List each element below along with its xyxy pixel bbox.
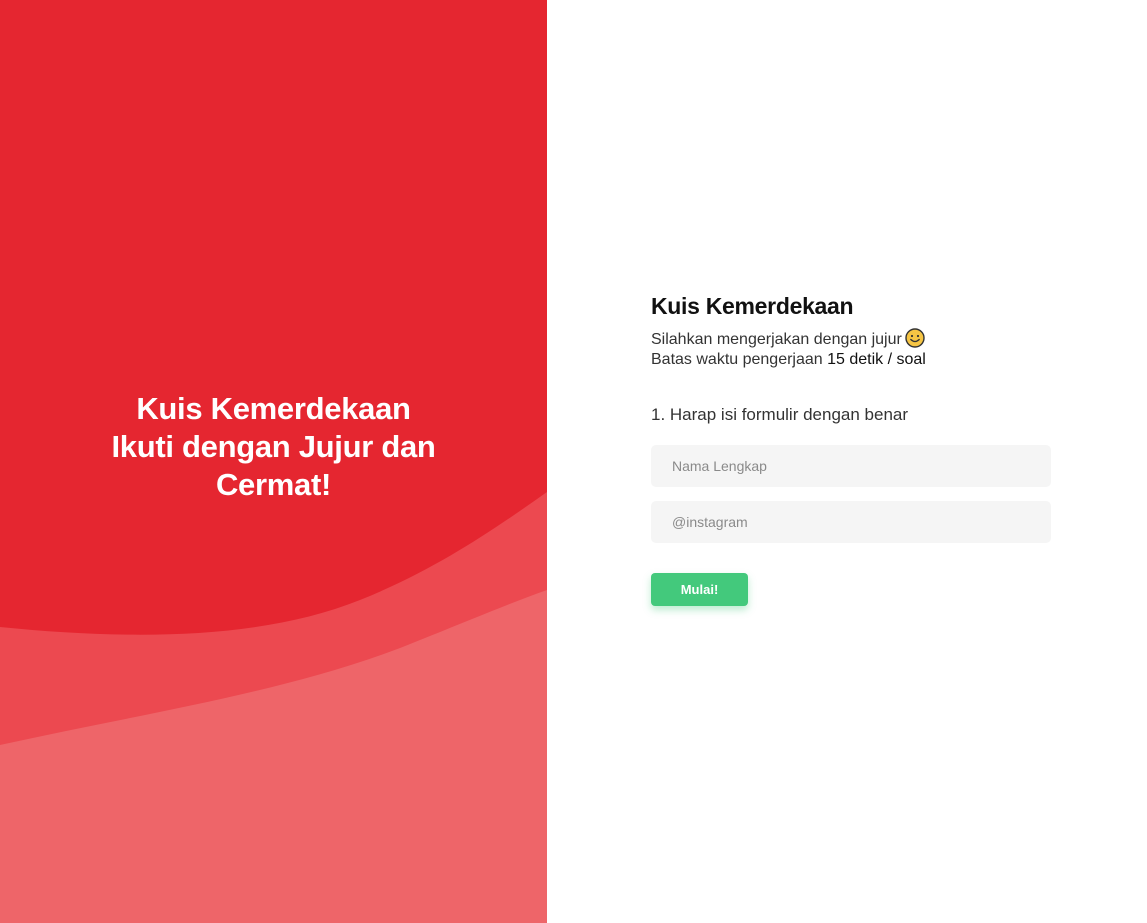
hero-panel: Kuis Kemerdekaan Ikuti dengan Jujur dan … bbox=[0, 0, 547, 923]
subtitle-text: Silahkan mengerjakan dengan jujur bbox=[651, 331, 902, 348]
subtitle-line-2: Batas waktu pengerjaan 15 detik / soal bbox=[651, 350, 1051, 370]
time-limit-label: Batas waktu pengerjaan bbox=[651, 351, 823, 368]
question-text: 1. Harap isi formulir dengan benar bbox=[651, 405, 909, 424]
page: Kuis Kemerdekaan Ikuti dengan Jujur dan … bbox=[0, 0, 1147, 923]
hero-line-2: Ikuti dengan Jujur dan bbox=[111, 429, 436, 464]
time-limit-value: 15 detik / soal bbox=[827, 351, 926, 368]
form-panel: Kuis Kemerdekaan Silahkan mengerjakan de… bbox=[547, 0, 1147, 923]
smile-emoji-icon bbox=[905, 328, 925, 348]
subtitle-line-1: Silahkan mengerjakan dengan jujur bbox=[651, 328, 1051, 350]
full-name-input[interactable] bbox=[651, 445, 1051, 487]
hero-line-3: Cermat! bbox=[215, 467, 332, 502]
instagram-input[interactable] bbox=[651, 501, 1051, 543]
form-subtitle: Silahkan mengerjakan dengan jujur Batas … bbox=[651, 328, 1051, 370]
hero-heading: Kuis Kemerdekaan Ikuti dengan Jujur dan … bbox=[0, 390, 547, 504]
hero-line-1: Kuis Kemerdekaan bbox=[136, 391, 411, 426]
quiz-form: Kuis Kemerdekaan Silahkan mengerjakan de… bbox=[651, 290, 1051, 606]
start-button[interactable]: Mulai! bbox=[651, 573, 748, 606]
form-title: Kuis Kemerdekaan bbox=[651, 293, 854, 319]
